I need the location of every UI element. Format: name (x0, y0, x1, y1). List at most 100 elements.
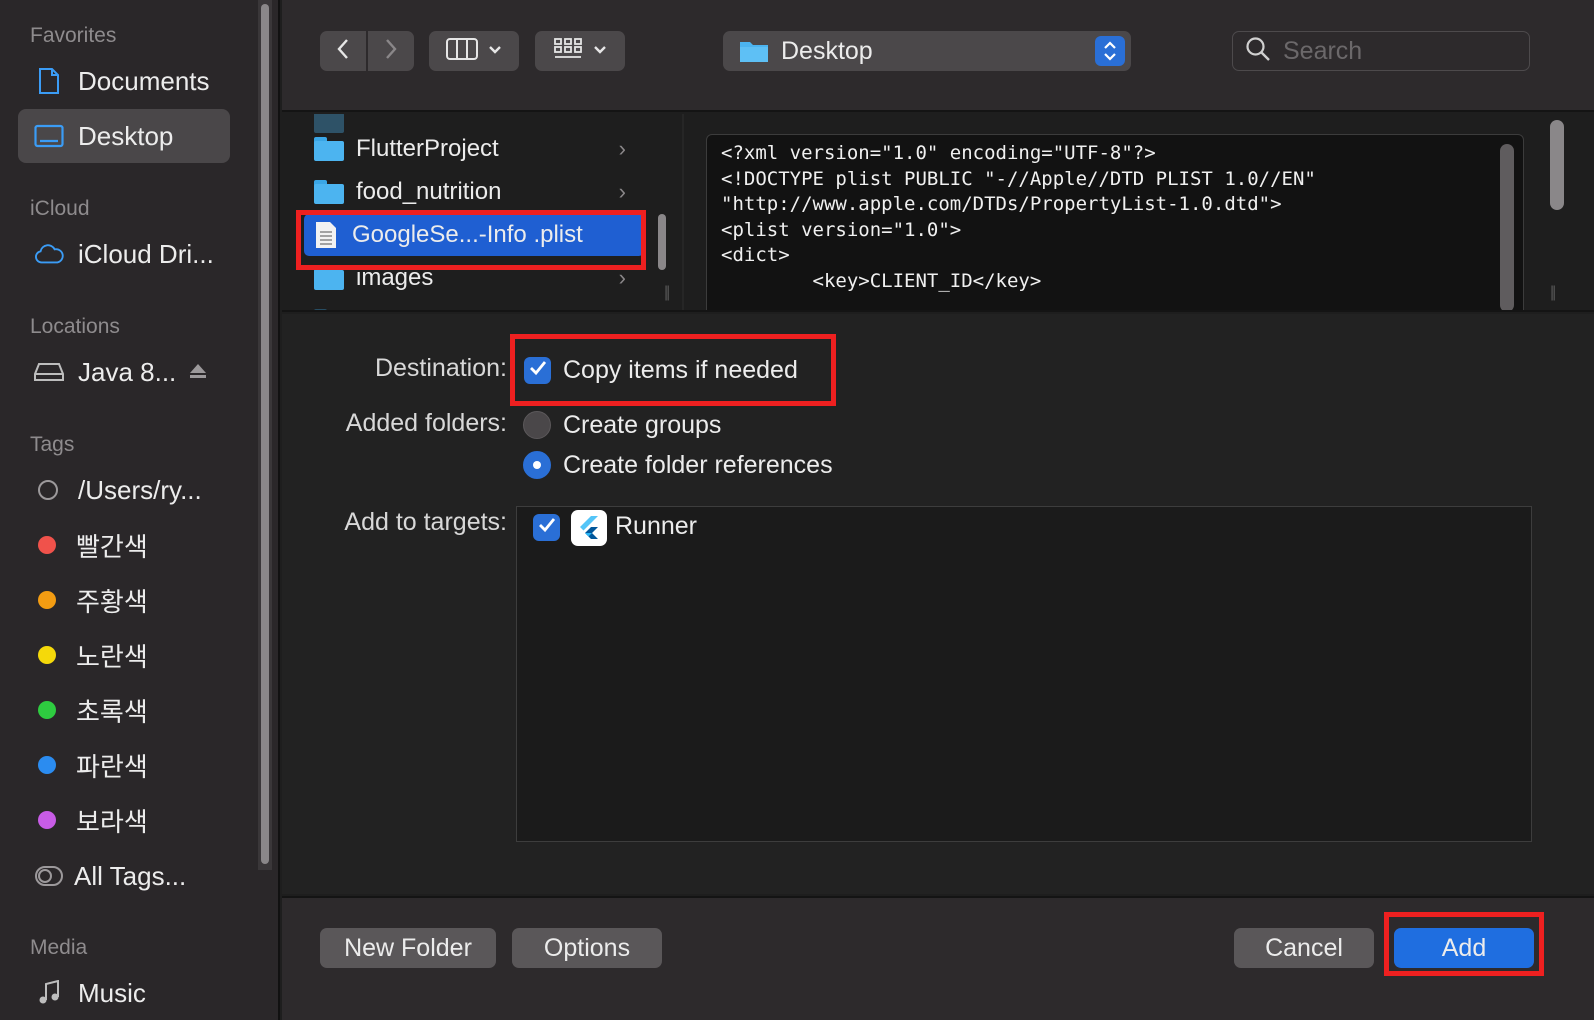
list-item-flutterproject[interactable]: FlutterProject › (304, 128, 644, 170)
add-files-options: Destination: Copy items if needed Added … (282, 314, 1594, 894)
sidebar-item-label: 빨간색 (76, 531, 148, 562)
eject-icon[interactable] (188, 357, 208, 388)
list-item-food-nutrition[interactable]: food_nutrition › (304, 171, 644, 213)
chevron-right-icon: › (618, 179, 626, 204)
chevron-down-icon (488, 42, 502, 60)
folder-icon (314, 180, 344, 204)
tag-blue-dot-icon (38, 756, 56, 774)
preview-line: <plist version="1.0"> (721, 218, 962, 241)
column-resize-handle[interactable]: || (1550, 284, 1556, 302)
folder-icon (314, 266, 344, 290)
list-item-googleservice-plist[interactable]: GoogleSe...-Info .plist (304, 214, 644, 256)
chevron-right-icon: › (618, 136, 626, 161)
favorites-header: Favorites (30, 24, 117, 47)
runner-target-checkbox[interactable] (533, 514, 560, 541)
runner-target-label: Runner (615, 512, 697, 540)
preview-line: "http://www.apple.com/DTDs/PropertyList-… (721, 193, 1282, 215)
add-to-targets-label: Add to targets: (344, 508, 507, 536)
list-item-partial[interactable] (304, 300, 644, 310)
back-button[interactable] (320, 31, 366, 71)
cloud-icon (34, 239, 64, 269)
icloud-header: iCloud (30, 197, 90, 220)
sidebar-tag-all-tags[interactable]: All Tags... (18, 849, 230, 903)
create-groups-radio[interactable] (523, 411, 551, 439)
sidebar-item-java-volume[interactable]: Java 8... (18, 345, 230, 399)
sidebar-item-label: Music (78, 977, 146, 1008)
sidebar: Favorites Documents Desktop iCloud iClou… (0, 0, 280, 1020)
added-folders-label: Added folders: (345, 409, 507, 437)
tag-outline-icon (38, 480, 58, 500)
checkmark-icon (538, 517, 556, 538)
create-folder-references-label: Create folder references (563, 451, 833, 479)
file-preview: <?xml version="1.0" encoding="UTF-8"?> <!… (706, 134, 1524, 310)
checkmark-icon (529, 360, 547, 381)
preview-scrollbar[interactable] (1500, 144, 1514, 310)
search-icon (1245, 36, 1271, 67)
sidebar-tag-blue[interactable]: 파란색 (18, 738, 230, 792)
sidebar-item-label: All Tags... (74, 860, 187, 891)
list-item-images[interactable]: images › (304, 257, 644, 299)
tag-green-dot-icon (38, 701, 56, 719)
chevron-down-icon (593, 42, 607, 60)
search-field[interactable] (1232, 31, 1530, 71)
grid-icon (553, 37, 583, 66)
list-item-label: food_nutrition (356, 178, 502, 205)
options-button[interactable]: Options (512, 928, 662, 968)
dialog-footer: New Folder Options Cancel Add (282, 896, 1594, 1020)
desktop-icon (34, 121, 64, 151)
group-button[interactable] (535, 31, 625, 71)
sidebar-tag-red[interactable]: 빨간색 (18, 518, 230, 572)
flutter-icon (571, 510, 607, 546)
create-folder-references-radio[interactable] (523, 451, 551, 479)
sidebar-tag-orange[interactable]: 주황색 (18, 573, 230, 627)
file-browser: FlutterProject › food_nutrition › Google… (282, 114, 1594, 312)
column-resize-handle[interactable]: || (664, 284, 670, 302)
sidebar-item-label: 파란색 (76, 751, 148, 782)
view-mode-button[interactable] (429, 31, 519, 71)
sidebar-tag-green[interactable]: 초록색 (18, 683, 230, 737)
tag-orange-dot-icon (38, 591, 56, 609)
add-button[interactable]: Add (1394, 928, 1534, 968)
preview-line: <key>CLIENT_ID</key> (721, 269, 1042, 292)
tag-red-dot-icon (38, 536, 56, 554)
columns-view-icon (446, 37, 478, 65)
all-tags-icon (34, 861, 64, 891)
document-icon (34, 66, 64, 96)
sidebar-item-label: 주황색 (76, 586, 148, 617)
drive-icon (34, 357, 64, 387)
tags-header: Tags (30, 433, 75, 456)
sidebar-item-documents[interactable]: Documents (18, 54, 230, 108)
new-folder-button[interactable]: New Folder (320, 928, 496, 968)
tag-purple-dot-icon (38, 811, 56, 829)
create-groups-label: Create groups (563, 411, 722, 439)
folder-icon (314, 137, 344, 161)
up-down-chevron-icon (1095, 36, 1125, 66)
sidebar-item-label: 초록색 (76, 696, 148, 727)
chevron-right-icon: › (618, 265, 626, 290)
search-input[interactable] (1283, 36, 1513, 66)
sidebar-item-label: 노란색 (76, 641, 148, 672)
location-popup[interactable]: Desktop (723, 31, 1131, 71)
list-item-label: images (356, 264, 434, 291)
copy-items-label: Copy items if needed (563, 356, 798, 384)
sidebar-tag-purple[interactable]: 보라색 (18, 793, 230, 847)
sidebar-item-label: iCloud Dri... (78, 238, 214, 269)
browser-scrollbar[interactable] (1550, 120, 1564, 210)
plist-file-icon (314, 221, 338, 249)
destination-label: Destination: (374, 354, 507, 382)
file-column: FlutterProject › food_nutrition › Google… (282, 114, 660, 310)
folder-icon (739, 38, 769, 64)
sidebar-item-label: 보라색 (76, 806, 148, 837)
cancel-button[interactable]: Cancel (1234, 928, 1374, 968)
sidebar-item-icloud-drive[interactable]: iCloud Dri... (18, 227, 230, 281)
sidebar-item-desktop[interactable]: Desktop (18, 109, 230, 163)
copy-items-checkbox[interactable] (524, 357, 551, 384)
chevron-left-icon (336, 38, 350, 65)
sidebar-item-music[interactable]: Music (18, 966, 230, 1020)
forward-button[interactable] (368, 31, 414, 71)
sidebar-tag-yellow[interactable]: 노란색 (18, 628, 230, 682)
column-divider (682, 114, 684, 310)
column-scrollbar[interactable] (658, 214, 666, 270)
sidebar-tag-users[interactable]: /Users/ry... (18, 463, 230, 517)
list-item-label: GoogleSe...-Info .plist (352, 221, 583, 248)
